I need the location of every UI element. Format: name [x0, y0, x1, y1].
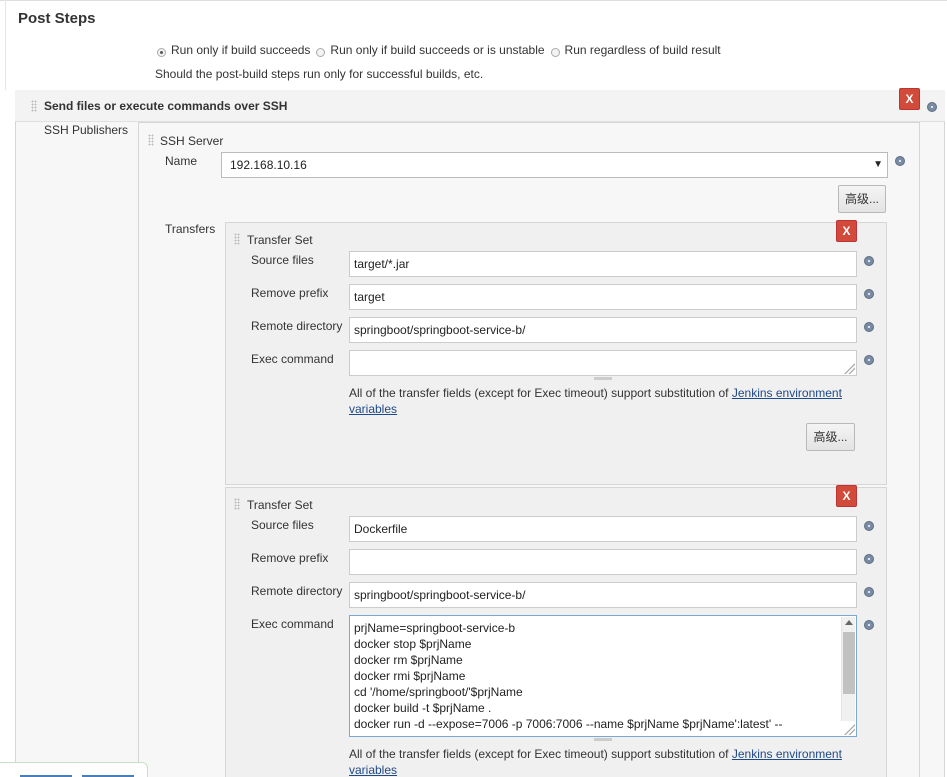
radio-run-if-unstable[interactable]: Run only if build succeeds or is unstabl…: [316, 43, 545, 57]
server-name-value: 192.168.10.16: [230, 158, 307, 172]
transfer-set-title: Transfer Set: [247, 498, 313, 512]
top-border: [0, 0, 947, 1]
radio-label: Run only if build succeeds or is unstabl…: [330, 43, 545, 57]
source-files-input[interactable]: Dockerfile: [349, 516, 857, 542]
exec-command-line: prjName=springboot-service-b: [354, 621, 516, 635]
remote-directory-label: Remote directory: [251, 584, 343, 598]
exec-command-label: Exec command: [251, 352, 334, 366]
ssh-publishers-label: SSH Publishers: [44, 123, 129, 137]
remote-directory-input[interactable]: springboot/springboot-service-b/: [349, 317, 857, 343]
exec-command-textarea[interactable]: [349, 350, 857, 376]
exec-command-line: docker build -t $prjName .: [354, 701, 492, 715]
exec-command-line: docker rm $prjName: [354, 653, 463, 667]
help-icon[interactable]: [895, 156, 905, 166]
run-condition-group: Run only if build succeeds Run only if b…: [157, 43, 727, 57]
transfer-advanced-button[interactable]: 高级...: [806, 423, 855, 451]
source-files-label: Source files: [251, 518, 314, 532]
server-name-label: Name: [165, 154, 198, 168]
exec-command-textarea[interactable]: prjName=springboot-service-b docker stop…: [349, 615, 857, 737]
exec-command-line: docker stop $prjName: [354, 637, 472, 651]
radio-run-if-success[interactable]: Run only if build succeeds: [157, 43, 310, 57]
help-icon[interactable]: [864, 554, 874, 564]
radio-dot-icon[interactable]: [550, 47, 560, 57]
remove-prefix-input[interactable]: target: [349, 284, 857, 310]
textarea-scrollbar[interactable]: [841, 617, 855, 721]
drag-handle-icon[interactable]: [148, 134, 154, 146]
resize-handle-icon[interactable]: [841, 721, 855, 735]
radio-label: Run regardless of build result: [564, 43, 721, 57]
delete-ssh-section-button[interactable]: X: [899, 88, 920, 110]
help-icon[interactable]: [864, 620, 874, 630]
radio-dot-icon[interactable]: [316, 47, 326, 57]
drag-handle-icon[interactable]: [234, 498, 240, 510]
help-icon[interactable]: [927, 102, 937, 112]
remove-prefix-input[interactable]: [349, 549, 857, 575]
note-text: All of the transfer fields (except for E…: [349, 386, 732, 400]
server-advanced-button[interactable]: 高级...: [838, 185, 886, 213]
publishers-label-column: [16, 122, 138, 777]
help-icon[interactable]: [864, 322, 874, 332]
exec-command-line: docker rmi $prjName: [354, 669, 466, 683]
textarea-grip[interactable]: [594, 377, 612, 380]
exec-command-line: cd '/home/springboot/'$prjName: [354, 685, 523, 699]
ssh-server-title: SSH Server: [160, 134, 224, 148]
left-border: [5, 0, 6, 90]
substitution-note: All of the transfer fields (except for E…: [349, 746, 849, 777]
help-icon[interactable]: [864, 355, 874, 365]
dropdown-arrow-icon[interactable]: ▼: [873, 153, 883, 177]
help-icon[interactable]: [864, 587, 874, 597]
run-condition-description: Should the post-build steps run only for…: [155, 67, 484, 81]
textarea-grip[interactable]: [594, 738, 612, 741]
help-icon[interactable]: [864, 289, 874, 299]
drag-handle-icon[interactable]: [234, 233, 240, 245]
transfers-label: Transfers: [165, 222, 216, 236]
page-title: Post Steps: [18, 10, 96, 27]
remove-prefix-label: Remove prefix: [251, 551, 329, 565]
source-files-label: Source files: [251, 253, 314, 267]
exec-command-label: Exec command: [251, 617, 334, 631]
transfer-set-title: Transfer Set: [247, 233, 313, 247]
help-icon[interactable]: [864, 256, 874, 266]
remove-prefix-label: Remove prefix: [251, 286, 329, 300]
resize-handle-icon[interactable]: [841, 360, 855, 374]
help-icon[interactable]: [864, 521, 874, 531]
source-files-input[interactable]: target/*.jar: [349, 251, 857, 277]
radio-run-always[interactable]: Run regardless of build result: [550, 43, 721, 57]
substitution-note: All of the transfer fields (except for E…: [349, 385, 849, 417]
note-text: All of the transfer fields (except for E…: [349, 747, 732, 761]
delete-transfer-set-button[interactable]: X: [836, 220, 857, 242]
radio-label: Run only if build succeeds: [171, 43, 311, 57]
radio-dot-icon[interactable]: [157, 47, 166, 57]
exec-command-line: docker run -d --expose=7006 -p 7006:7006…: [354, 717, 783, 731]
remote-directory-label: Remote directory: [251, 319, 343, 333]
drag-handle-icon[interactable]: [31, 100, 37, 112]
scroll-up-icon[interactable]: [845, 620, 853, 625]
remote-directory-input[interactable]: springboot/springboot-service-b/: [349, 582, 857, 608]
server-name-select[interactable]: 192.168.10.16 ▼: [221, 152, 888, 178]
ssh-section-title: Send files or execute commands over SSH: [44, 99, 288, 113]
scroll-thumb[interactable]: [843, 632, 855, 694]
delete-transfer-set-button[interactable]: X: [836, 485, 857, 507]
